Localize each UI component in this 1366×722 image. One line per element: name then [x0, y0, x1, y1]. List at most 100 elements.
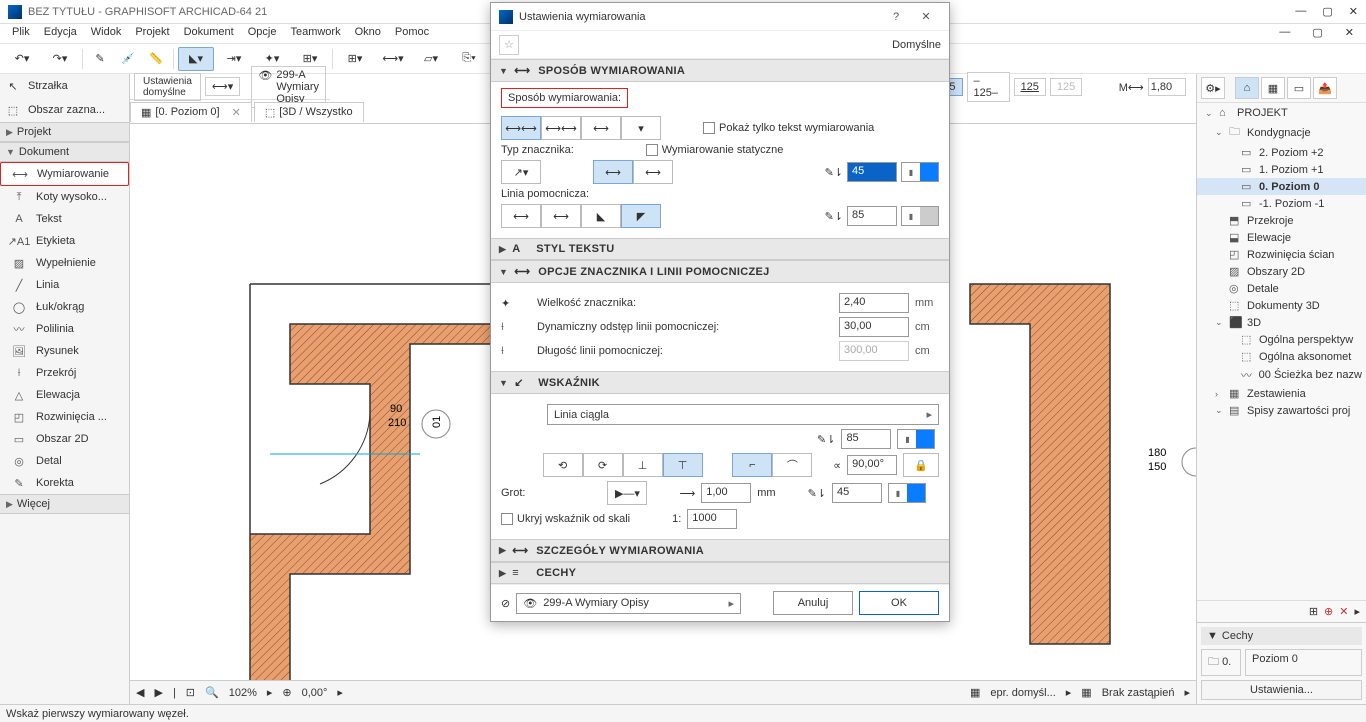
- cechy-ustawienia-button[interactable]: Ustawienia...: [1201, 680, 1362, 700]
- witness-4[interactable]: ◤: [621, 204, 661, 228]
- dialog-help-button[interactable]: ?: [881, 11, 911, 23]
- tab-poziom0[interactable]: ▦ [0. Poziom 0]✕: [130, 102, 252, 122]
- trace-button[interactable]: ⎘▾: [451, 47, 487, 71]
- marker-a[interactable]: ⟷: [593, 160, 633, 184]
- nav-more-icon[interactable]: ▸: [1354, 605, 1360, 618]
- nav-layouts-button[interactable]: ▭: [1287, 77, 1311, 99]
- panel-wiecej[interactable]: ▶Więcej: [0, 494, 129, 514]
- nav-newfolder-icon[interactable]: ⊕: [1324, 605, 1333, 618]
- menu-pomoc[interactable]: Pomoc: [389, 24, 435, 43]
- ptr-3[interactable]: ⊥: [623, 453, 663, 477]
- nav-projekt[interactable]: ⌄⌂PROJEKT: [1197, 105, 1366, 121]
- dim-125-c[interactable]: 125: [1014, 78, 1046, 96]
- tool-luk[interactable]: ◯Łuk/okrąg: [0, 296, 129, 318]
- grot-pen-color[interactable]: ▮: [888, 483, 926, 503]
- override-label[interactable]: Brak zastąpień: [1102, 687, 1175, 699]
- witness-1[interactable]: ⟷: [501, 204, 541, 228]
- nav-obs2d[interactable]: ▨Obszary 2D: [1197, 263, 1366, 280]
- nav-pub-button[interactable]: 📤: [1313, 77, 1337, 99]
- snap1-button[interactable]: ◣▾: [178, 47, 214, 71]
- tool-linia[interactable]: ╱Linia: [0, 274, 129, 296]
- menu-plik[interactable]: Plik: [6, 24, 36, 43]
- tool-etykieta[interactable]: ↗A1Etykieta: [0, 230, 129, 252]
- tool-tekst[interactable]: ATekst: [0, 208, 129, 230]
- plane-button[interactable]: ▱▾: [413, 47, 449, 71]
- nav-akso[interactable]: ⬚Ogólna aksonomet: [1197, 348, 1366, 365]
- ptr-arc-1[interactable]: ⌐: [732, 453, 772, 477]
- nav-views-button[interactable]: ▦: [1261, 77, 1285, 99]
- pen85-input[interactable]: 85: [847, 206, 897, 226]
- cechy-poziom[interactable]: Poziom 0: [1245, 649, 1362, 676]
- dimmode-2[interactable]: ⟷⟷: [541, 116, 581, 140]
- snap2-button[interactable]: ⇥▾: [216, 47, 252, 71]
- tool-korekta[interactable]: ✎Korekta: [0, 472, 129, 494]
- pen85b-color[interactable]: ▮: [897, 429, 935, 449]
- ptr-1[interactable]: ⟲: [543, 453, 583, 477]
- dimmode-3[interactable]: ⟷: [581, 116, 621, 140]
- panel-dokument[interactable]: ▼Dokument: [0, 142, 129, 162]
- tool-wypelnienie[interactable]: ▨Wypełnienie: [0, 252, 129, 274]
- nav-spisy[interactable]: ⌄▤Spisy zawartości proj: [1197, 402, 1366, 419]
- pen45-color[interactable]: ▮: [901, 162, 939, 182]
- syringe-button[interactable]: 💉: [115, 47, 141, 71]
- dim-button[interactable]: ⟷▾: [375, 47, 411, 71]
- default-settings-label[interactable]: Ustawienia domyślne: [134, 73, 201, 101]
- close-button[interactable]: ✕: [1349, 5, 1358, 18]
- marker-b[interactable]: ⟷: [633, 160, 673, 184]
- pen85b-input[interactable]: 85: [841, 429, 891, 449]
- cancel-button[interactable]: Anuluj: [773, 591, 853, 615]
- nav-settings-button[interactable]: ⚙▸: [1201, 77, 1225, 99]
- nav-kondygnacje[interactable]: ⌄🗀Kondygnacje: [1197, 121, 1366, 144]
- pen85-color[interactable]: ▮: [901, 206, 939, 226]
- grot-pen-input[interactable]: 45: [832, 483, 882, 503]
- chk-statyczne[interactable]: Wymiarowanie statyczne: [646, 144, 784, 156]
- arrow-tool-icon[interactable]: ↖: [4, 77, 22, 95]
- cechy-header[interactable]: ▼Cechy: [1201, 627, 1362, 645]
- nav-delete-icon[interactable]: ✕: [1339, 605, 1348, 618]
- menu-teamwork[interactable]: Teamwork: [284, 24, 346, 43]
- tool-obszar2d[interactable]: ▭Obszar 2D: [0, 428, 129, 450]
- ruler-button[interactable]: 📏: [143, 47, 169, 71]
- panel-projekt[interactable]: ▶Projekt: [0, 122, 129, 142]
- nav-sciezka[interactable]: 〰00 Ścieżka bez nazw: [1197, 365, 1366, 385]
- witness-3[interactable]: ◣: [581, 204, 621, 228]
- marker-1[interactable]: ↗▾: [501, 160, 541, 184]
- zoom-value[interactable]: 102%: [229, 687, 257, 699]
- eyedropper-button[interactable]: ✎: [87, 47, 113, 71]
- grid-button[interactable]: ⊞▾: [337, 47, 373, 71]
- nav-elewacje[interactable]: ⬓Elewacje: [1197, 229, 1366, 246]
- nav-home-button[interactable]: ⌂: [1235, 77, 1259, 99]
- nav-pm1[interactable]: ▭-1. Poziom -1: [1197, 195, 1366, 212]
- tab-3d[interactable]: ⬚ [3D / Wszystko: [254, 102, 364, 122]
- nav-detale[interactable]: ◎Detale: [1197, 280, 1366, 297]
- tool-polilinia[interactable]: 〰Polilinia: [0, 318, 129, 340]
- section-sposob[interactable]: ▼⟷SPOSÓB WYMIAROWANIA: [491, 59, 949, 82]
- skala-input[interactable]: 1000: [687, 509, 737, 529]
- menu-okno[interactable]: Okno: [349, 24, 387, 43]
- dim-mode-button[interactable]: ⟷▾: [205, 77, 240, 96]
- nav-p1[interactable]: ▭1. Poziom +1: [1197, 161, 1366, 178]
- chk-pokaz[interactable]: Pokaż tylko tekst wymiarowania: [703, 122, 874, 134]
- menu-projekt[interactable]: Projekt: [129, 24, 175, 43]
- menu-widok[interactable]: Widok: [85, 24, 128, 43]
- nav-next-icon[interactable]: ▶: [154, 686, 162, 699]
- marquee-tool-icon[interactable]: ⬚: [4, 101, 22, 119]
- tool-wymiarowanie[interactable]: ⟷Wymiarowanie: [0, 162, 129, 186]
- angle-value[interactable]: 0,00°: [302, 687, 328, 699]
- section-opcje[interactable]: ▼⟷OPCJE ZNACZNIKA I LINII POMOCNICZEJ: [491, 260, 949, 283]
- grot-size-input[interactable]: 1,00: [701, 483, 751, 503]
- nav-rozw[interactable]: ◰Rozwinięcia ścian: [1197, 246, 1366, 263]
- nav-newview-icon[interactable]: ⊞: [1309, 605, 1318, 618]
- ptr-4[interactable]: ⊤: [663, 453, 703, 477]
- angle-input[interactable]: 90,00°: [847, 455, 897, 475]
- nav-p0[interactable]: ▭0. Poziom 0: [1197, 178, 1366, 195]
- favorites-button[interactable]: ☆: [499, 35, 519, 55]
- section-wskaznik[interactable]: ▼↙WSKAŹNIK: [491, 371, 949, 394]
- nav-persp[interactable]: ⬚Ogólna perspektyw: [1197, 331, 1366, 348]
- redo-button[interactable]: ↷▾: [42, 47, 78, 71]
- tool-elewacja[interactable]: △Elewacja: [0, 384, 129, 406]
- nav-zest[interactable]: ›▦Zestawienia: [1197, 385, 1366, 402]
- nav-3d[interactable]: ⌄⬛3D: [1197, 314, 1366, 331]
- wielkosc-input[interactable]: 2,40: [839, 293, 909, 313]
- maximize-button[interactable]: ▢: [1322, 5, 1332, 18]
